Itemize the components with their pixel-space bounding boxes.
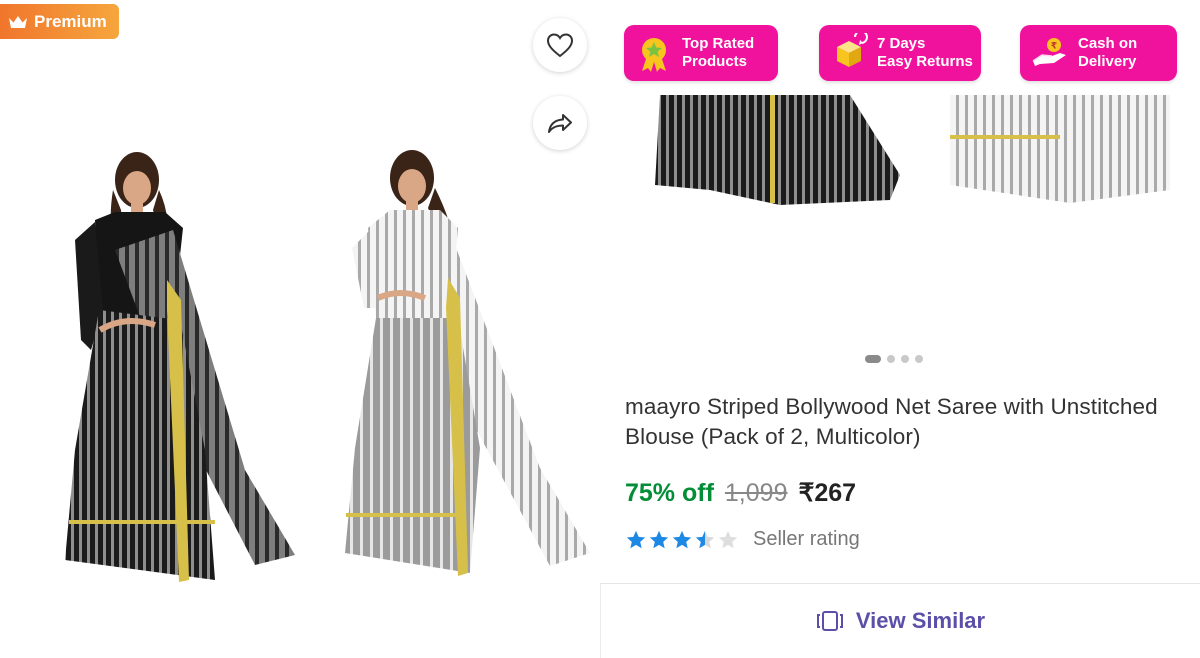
- star-full-icon: [649, 530, 669, 548]
- carousel-dot-2[interactable]: [887, 355, 895, 363]
- premium-label: Premium: [34, 11, 107, 31]
- badge-top-rated-line1: Top Rated: [682, 35, 755, 52]
- premium-badge: Premium: [0, 4, 119, 39]
- badge-easy-returns-line2: Easy Returns: [877, 53, 973, 70]
- wishlist-button[interactable]: [533, 18, 587, 72]
- heart-icon: [546, 33, 574, 58]
- selling-price: ₹267: [798, 479, 857, 507]
- hand-coin-icon: ₹: [1032, 38, 1066, 66]
- price-row: 75% off 1,099 ₹267: [625, 478, 856, 508]
- product-details-panel: Top Rated Products 7 Days Easy Returns ₹…: [600, 0, 1200, 658]
- svg-text:₹: ₹: [1051, 42, 1057, 52]
- share-arrow-icon: [548, 114, 572, 133]
- badge-easy-returns-line1: 7 Days: [877, 35, 926, 52]
- saree-image-black[interactable]: [55, 150, 305, 590]
- badge-cod-line1: Cash on: [1078, 35, 1138, 52]
- saree-image-white[interactable]: [340, 148, 600, 588]
- original-price: 1,099: [724, 479, 788, 507]
- badge-cod-line2: Delivery: [1078, 53, 1137, 70]
- view-similar-label: View Similar: [855, 608, 986, 633]
- crown-icon: [9, 15, 27, 28]
- badge-top-rated-line2: Products: [682, 53, 748, 70]
- discount-percent: 75% off: [625, 479, 714, 507]
- product-title: maayro Striped Bollywood Net Saree with …: [625, 394, 1158, 449]
- star-half-icon: [695, 530, 715, 548]
- star-empty-icon: [718, 530, 738, 548]
- rating-stars: [625, 529, 739, 551]
- carousel-indicator[interactable]: [865, 355, 923, 363]
- carousel-dot-1[interactable]: [865, 355, 881, 363]
- star-full-icon: [672, 530, 692, 548]
- share-button[interactable]: [533, 96, 587, 150]
- view-similar-button[interactable]: View Similar: [600, 584, 1200, 658]
- rosette-star-icon: [642, 38, 666, 72]
- badge-cash-on-delivery: ₹ Cash on Delivery: [1020, 25, 1177, 81]
- carousel-dot-4[interactable]: [915, 355, 923, 363]
- badge-easy-returns: 7 Days Easy Returns: [819, 25, 981, 81]
- star-full-icon: [626, 530, 646, 548]
- carousel-image-strip[interactable]: [650, 95, 1170, 210]
- box-return-icon: [837, 33, 868, 67]
- badge-top-rated: Top Rated Products: [624, 25, 778, 81]
- similar-cards-icon: [816, 611, 843, 631]
- rating-label: Seller rating: [753, 528, 860, 550]
- carousel-dot-3[interactable]: [901, 355, 909, 363]
- product-image-gallery[interactable]: Premium: [0, 0, 600, 658]
- seller-rating[interactable]: Seller rating: [625, 528, 860, 551]
